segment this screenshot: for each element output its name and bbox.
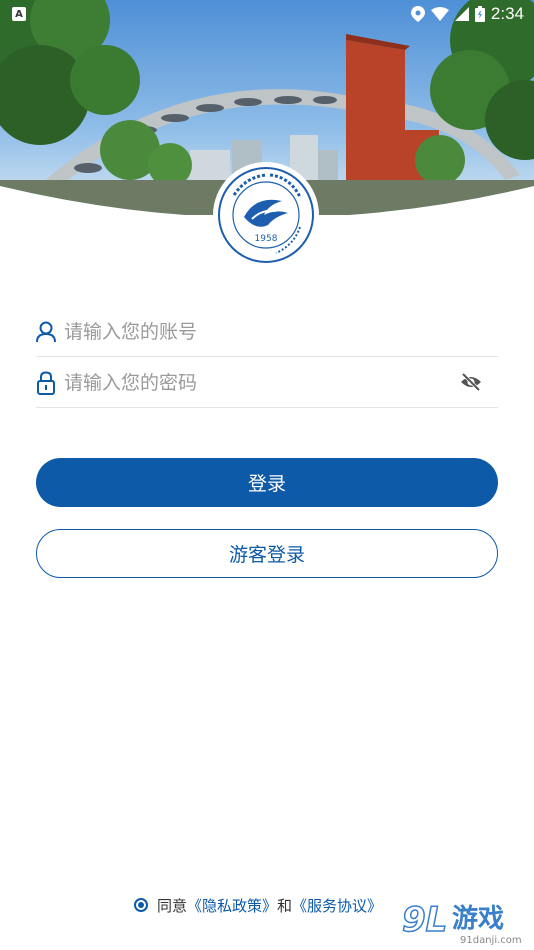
- svg-text:1958: 1958: [255, 234, 278, 244]
- service-agreement-link[interactable]: 《服务协议》: [292, 895, 382, 916]
- password-input[interactable]: [64, 371, 444, 394]
- location-icon: [410, 6, 425, 22]
- login-button[interactable]: 登录: [36, 458, 498, 507]
- watermark-logo-text: 游戏: [452, 904, 504, 934]
- agreement-conjunction: 和: [277, 896, 293, 915]
- status-bar: A 2:34: [0, 0, 534, 28]
- college-logo: 1958: [218, 167, 314, 263]
- agreement-prefix: 同意: [157, 896, 188, 915]
- account-input[interactable]: [64, 320, 444, 343]
- guest-login-button[interactable]: 游客登录: [36, 529, 498, 578]
- agreement-row: 同意 《隐私政策》 和 《服务协议》: [134, 893, 382, 917]
- notification-icon: A: [12, 7, 26, 21]
- password-field[interactable]: [36, 358, 498, 408]
- college-emblem: 1958: [213, 162, 319, 268]
- privacy-policy-link[interactable]: 《隐私政策》: [187, 895, 277, 916]
- status-time: 2:34: [490, 4, 524, 23]
- account-field[interactable]: [36, 307, 498, 357]
- eye-hidden-icon[interactable]: [460, 371, 482, 393]
- wifi-icon: [430, 7, 449, 21]
- signal-icon: [454, 7, 469, 21]
- battery-icon: [474, 6, 485, 22]
- user-icon: [36, 320, 56, 344]
- lock-icon: [36, 370, 56, 395]
- svg-text:9L: 9L: [402, 900, 447, 940]
- agree-radio[interactable]: [134, 898, 148, 912]
- svg-text:91danji.com: 91danji.com: [460, 935, 522, 946]
- site-watermark: 9L 游戏 91danji.com: [401, 899, 522, 946]
